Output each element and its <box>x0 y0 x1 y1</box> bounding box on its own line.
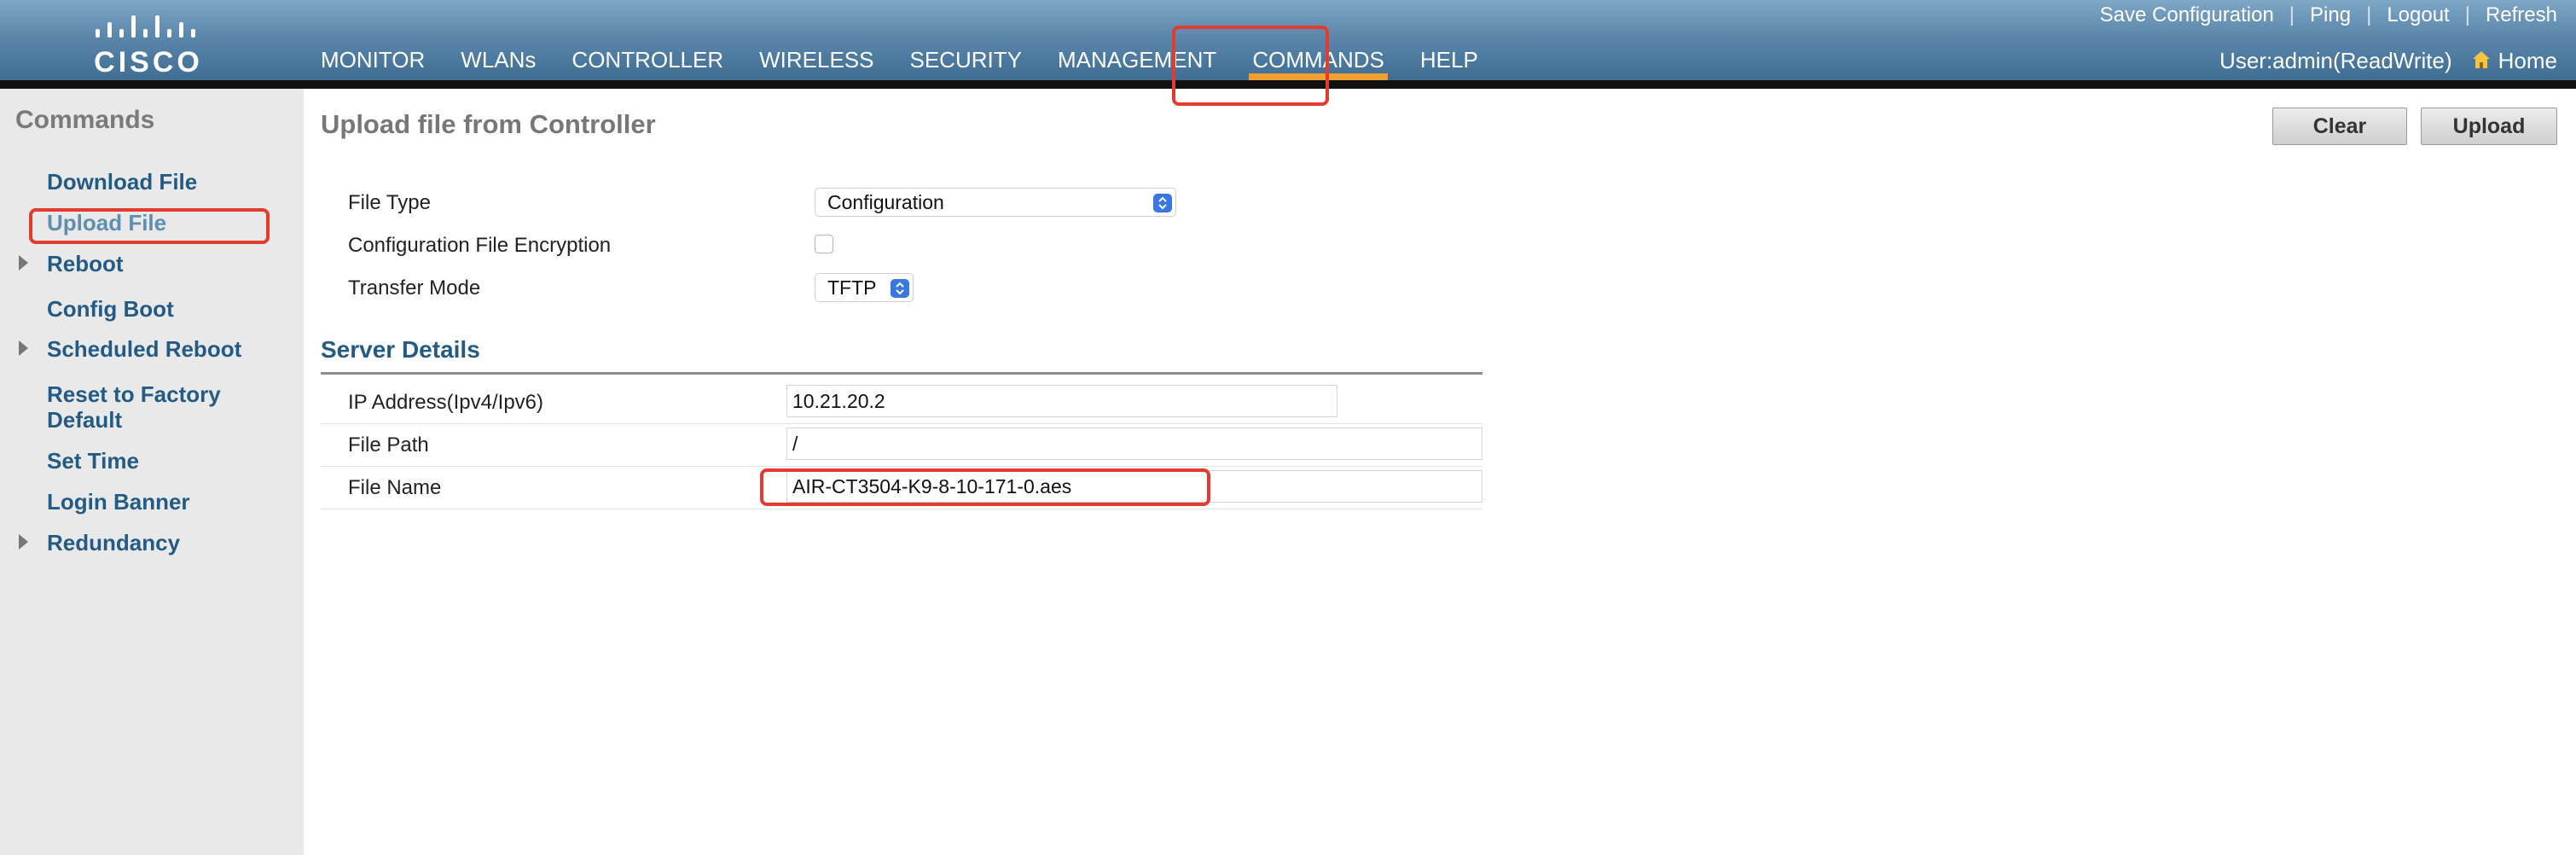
sidebar-item-set-time[interactable]: Set Time <box>47 448 139 474</box>
server-details-title: Server Details <box>321 336 480 363</box>
logout-link[interactable]: Logout <box>2387 3 2449 27</box>
ip-address-input[interactable] <box>786 385 1337 417</box>
sidebar-title: Commands <box>15 106 155 134</box>
sidebar-item-config-boot[interactable]: Config Boot <box>47 296 174 322</box>
transfer-mode-label: Transfer Mode <box>348 276 481 300</box>
expand-arrow-icon[interactable] <box>19 340 28 356</box>
select-arrows-icon <box>891 279 909 298</box>
expand-arrow-icon[interactable] <box>19 255 28 270</box>
nav-wlans[interactable]: WLANs <box>461 44 536 80</box>
nav-security[interactable]: SECURITY <box>910 44 1022 80</box>
nav-wireless-label: WIRELESS <box>759 47 874 73</box>
file-path-label: File Path <box>348 433 429 457</box>
link-separator: | <box>2464 3 2470 26</box>
sidebar-item-login-banner[interactable]: Login Banner <box>47 489 190 515</box>
expand-arrow-icon[interactable] <box>19 534 28 550</box>
nav-wlans-label: WLANs <box>461 47 537 73</box>
transfer-mode-value: TFTP <box>827 276 877 299</box>
nav-commands[interactable]: COMMANDS <box>1249 44 1388 80</box>
select-arrows-icon <box>1153 194 1172 212</box>
file-name-input[interactable] <box>786 470 1482 503</box>
logo-text: CISCO <box>94 46 203 79</box>
row-divider <box>321 423 1482 424</box>
file-name-label: File Name <box>348 476 442 499</box>
main-nav: MONITOR WLANs CONTROLLER WIRELESS SECURI… <box>321 44 1514 80</box>
page-title: Upload file from Controller <box>321 109 656 139</box>
encryption-label: Configuration File Encryption <box>348 234 612 257</box>
cisco-bars-icon <box>96 15 195 38</box>
ping-link[interactable]: Ping <box>2310 3 2351 27</box>
save-configuration-link[interactable]: Save Configuration <box>2100 3 2274 27</box>
sidebar-item-upload-file[interactable]: Upload File <box>47 210 166 236</box>
sidebar-item-redundancy[interactable]: Redundancy <box>47 530 180 555</box>
top-header: CISCO MONITOR WLANs CONTROLLER WIRELESS … <box>0 0 2576 80</box>
cisco-logo: CISCO <box>89 9 208 79</box>
sidebar-item-scheduled-reboot[interactable]: Scheduled Reboot <box>47 336 241 362</box>
transfer-mode-select[interactable]: TFTP <box>815 273 914 302</box>
row-divider <box>321 466 1482 467</box>
nav-management[interactable]: MANAGEMENT <box>1058 44 1216 80</box>
nav-monitor-label: MONITOR <box>321 47 426 73</box>
home-icon[interactable] <box>2471 49 2492 70</box>
user-line: User:admin(ReadWrite) Home <box>2219 48 2557 74</box>
file-type-select[interactable]: Configuration <box>815 188 1176 217</box>
sidebar-item-download-file[interactable]: Download File <box>47 169 197 195</box>
ip-address-label: IP Address(Ipv4/Ipv6) <box>348 391 544 414</box>
nav-management-label: MANAGEMENT <box>1057 47 1217 73</box>
nav-monitor[interactable]: MONITOR <box>321 44 425 80</box>
file-type-value: Configuration <box>827 191 944 213</box>
file-type-label: File Type <box>348 191 431 214</box>
link-separator: | <box>2289 3 2295 26</box>
file-path-input[interactable] <box>786 428 1482 460</box>
sidebar: Commands Download File Upload File Reboo… <box>0 89 304 855</box>
section-divider <box>321 372 1482 375</box>
nav-controller-label: CONTROLLER <box>571 47 724 73</box>
clear-button[interactable]: Clear <box>2272 108 2407 145</box>
top-links: Save Configuration | Ping | Logout | Ref… <box>2100 3 2557 27</box>
sidebar-item-reboot[interactable]: Reboot <box>47 251 124 276</box>
header-divider <box>0 80 2576 89</box>
nav-commands-label: COMMANDS <box>1252 47 1384 73</box>
link-separator: | <box>2366 3 2372 26</box>
nav-controller[interactable]: CONTROLLER <box>571 44 723 80</box>
nav-wireless[interactable]: WIRELESS <box>759 44 873 80</box>
sidebar-item-reset-to-factory-default[interactable]: Reset to Factory Default <box>47 381 269 433</box>
upload-button[interactable]: Upload <box>2421 108 2557 145</box>
refresh-link[interactable]: Refresh <box>2486 3 2557 27</box>
home-link[interactable]: Home <box>2498 48 2557 74</box>
nav-security-label: SECURITY <box>909 47 1022 73</box>
nav-help[interactable]: HELP <box>1420 44 1478 80</box>
encryption-checkbox[interactable] <box>815 235 833 253</box>
nav-help-label: HELP <box>1419 47 1478 73</box>
user-info: User:admin(ReadWrite) <box>2219 48 2452 73</box>
